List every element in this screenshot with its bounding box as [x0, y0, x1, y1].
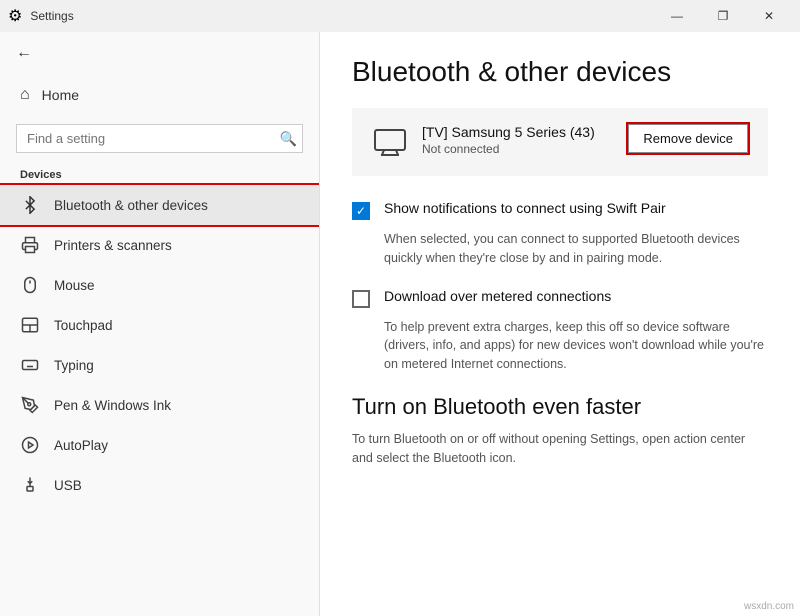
swift-pair-description: When selected, you can connect to suppor…	[384, 230, 768, 268]
mouse-label: Mouse	[54, 278, 95, 293]
sidebar-section-devices: Devices	[0, 161, 319, 185]
device-info: [TV] Samsung 5 Series (43) Not connected	[372, 124, 595, 160]
usb-label: USB	[54, 478, 82, 493]
home-label: Home	[42, 87, 79, 103]
bluetooth-icon	[20, 195, 40, 215]
tv-icon	[372, 124, 408, 160]
close-button[interactable]: ✕	[746, 0, 792, 32]
device-name: [TV] Samsung 5 Series (43)	[422, 124, 595, 140]
sidebar-item-pen[interactable]: Pen & Windows Ink	[0, 385, 319, 425]
content-area: Bluetooth & other devices [TV] Samsung 5…	[320, 32, 800, 616]
search-icon-button[interactable]: 🔍	[280, 130, 297, 147]
touchpad-icon	[20, 315, 40, 335]
sidebar-item-printers[interactable]: Printers & scanners	[0, 225, 319, 265]
sidebar-item-autoplay[interactable]: AutoPlay	[0, 425, 319, 465]
printers-label: Printers & scanners	[54, 238, 172, 253]
device-text: [TV] Samsung 5 Series (43) Not connected	[422, 124, 595, 156]
metered-label: Download over metered connections	[384, 288, 611, 304]
settings-icon: ⚙	[8, 6, 22, 26]
faster-section-title: Turn on Bluetooth even faster	[352, 394, 768, 420]
autoplay-icon	[20, 435, 40, 455]
metered-option: Download over metered connections	[352, 288, 768, 308]
autoplay-label: AutoPlay	[54, 438, 108, 453]
device-card: [TV] Samsung 5 Series (43) Not connected…	[352, 108, 768, 176]
swift-pair-checkbox[interactable]: ✓	[352, 202, 370, 220]
sidebar: ← Home 🔍 Devices Bluetooth & other devic…	[0, 32, 320, 616]
pen-label: Pen & Windows Ink	[54, 398, 171, 413]
search-input[interactable]	[16, 124, 303, 153]
restore-button[interactable]: ❐	[700, 0, 746, 32]
sidebar-item-touchpad[interactable]: Touchpad	[0, 305, 319, 345]
printer-icon	[20, 235, 40, 255]
home-icon	[20, 86, 30, 104]
remove-device-button[interactable]: Remove device	[628, 124, 748, 153]
faster-section-description: To turn Bluetooth on or off without open…	[352, 430, 768, 468]
metered-checkbox[interactable]	[352, 290, 370, 308]
sidebar-item-home[interactable]: Home	[0, 74, 319, 116]
typing-label: Typing	[54, 358, 94, 373]
app-body: ← Home 🔍 Devices Bluetooth & other devic…	[0, 32, 800, 616]
mouse-icon	[20, 275, 40, 295]
sidebar-item-usb[interactable]: USB	[0, 465, 319, 505]
sidebar-item-typing[interactable]: Typing	[0, 345, 319, 385]
touchpad-label: Touchpad	[54, 318, 113, 333]
typing-icon	[20, 355, 40, 375]
pen-icon	[20, 395, 40, 415]
device-status: Not connected	[422, 142, 595, 156]
metered-description: To help prevent extra charges, keep this…	[384, 318, 768, 374]
sidebar-item-bluetooth[interactable]: Bluetooth & other devices	[0, 185, 319, 225]
titlebar-title: Settings	[30, 9, 73, 23]
back-button[interactable]: ←	[0, 32, 319, 74]
titlebar-controls: — ❐ ✕	[654, 0, 792, 32]
usb-icon	[20, 475, 40, 495]
titlebar: ⚙ Settings — ❐ ✕	[0, 0, 800, 32]
minimize-button[interactable]: —	[654, 0, 700, 32]
bluetooth-label: Bluetooth & other devices	[54, 198, 208, 213]
page-title: Bluetooth & other devices	[352, 56, 768, 88]
titlebar-left: ⚙ Settings	[8, 6, 74, 26]
swift-pair-option: ✓ Show notifications to connect using Sw…	[352, 200, 768, 220]
swift-pair-label: Show notifications to connect using Swif…	[384, 200, 666, 216]
sidebar-item-mouse[interactable]: Mouse	[0, 265, 319, 305]
sidebar-search: 🔍	[16, 124, 303, 153]
back-arrow-icon: ←	[16, 44, 32, 62]
